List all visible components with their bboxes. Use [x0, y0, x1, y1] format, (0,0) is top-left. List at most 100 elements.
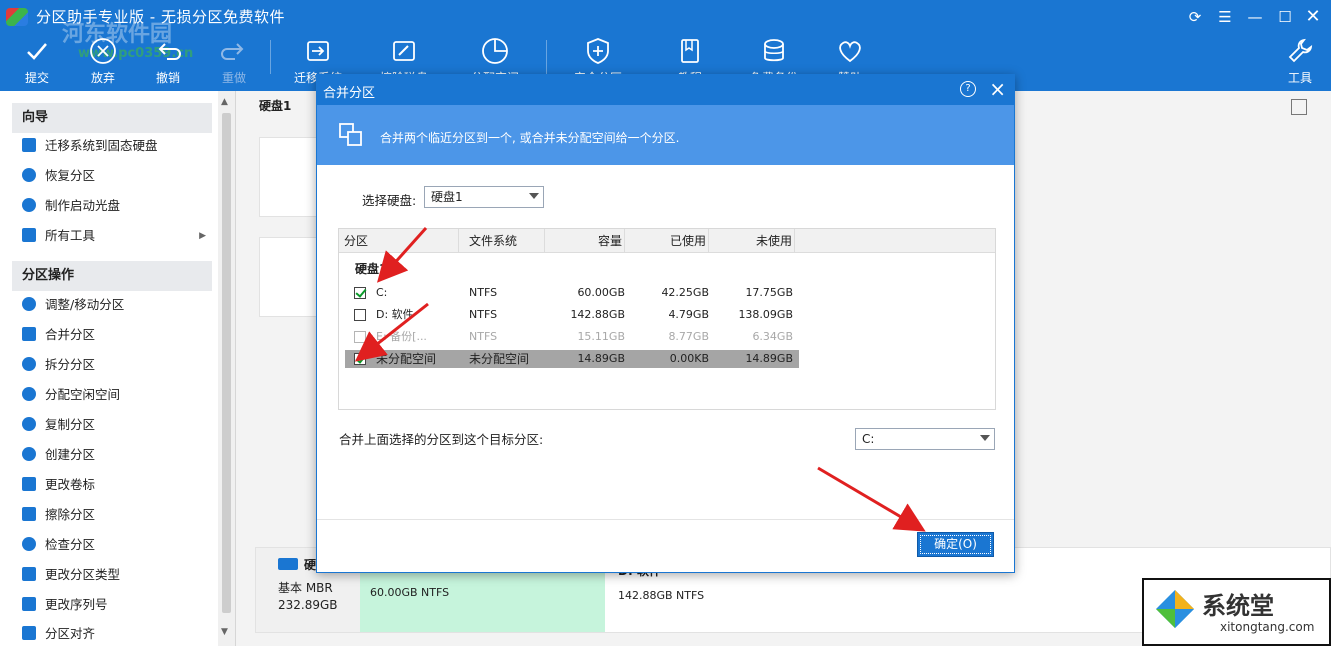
- cell-used: 8.77GB: [668, 330, 709, 343]
- watermark-box: 系统堂 xitongtang.com: [1142, 578, 1331, 646]
- cell-free: 138.09GB: [738, 308, 793, 321]
- commit-button[interactable]: 提交: [20, 36, 54, 88]
- ok-button[interactable]: 确定(O): [917, 532, 994, 557]
- sidebar-heading-partition-ops: 分区操作: [12, 261, 212, 291]
- sidebar-item-all-tools[interactable]: 所有工具 ▶: [22, 224, 212, 248]
- partition-card-c[interactable]: [259, 137, 319, 217]
- maximize-icon[interactable]: ☐: [1276, 8, 1294, 26]
- minimize-icon[interactable]: —: [1246, 8, 1264, 26]
- discard-button[interactable]: 放弃: [86, 36, 120, 88]
- sidebar-item-copy[interactable]: 复制分区: [22, 413, 212, 437]
- cell-partition: 未分配空间: [376, 352, 437, 366]
- row-checkbox[interactable]: [354, 309, 366, 321]
- sidebar-item-label-change[interactable]: 更改卷标: [22, 473, 212, 497]
- check-icon: [27, 43, 47, 60]
- sidebar-item-label: 更改分区类型: [45, 567, 121, 582]
- partition-card-e[interactable]: [259, 237, 319, 317]
- undo-icon: [158, 43, 181, 60]
- row-checkbox[interactable]: [354, 353, 366, 365]
- sidebar-item-change-type[interactable]: 更改分区类型: [22, 563, 212, 587]
- sidebar-item-label: 检查分区: [45, 537, 96, 552]
- partition-table: 分区 文件系统 容量 已使用 未使用 硬盘1 C: NTFS 60.00GB 4…: [338, 228, 996, 410]
- sidebar-item-label: 创建分区: [45, 447, 96, 462]
- disk-size: 232.89GB: [278, 598, 338, 612]
- toolbar-divider: [546, 40, 547, 74]
- table-row[interactable]: C: NTFS 60.00GB 42.25GB 17.75GB: [345, 284, 799, 302]
- select-disk-dropdown[interactable]: 硬盘1: [424, 186, 544, 208]
- sidebar-item-label: 调整/移动分区: [45, 297, 125, 312]
- tools-button[interactable]: 工具: [1283, 36, 1317, 88]
- migrate-os-icon: [307, 41, 329, 61]
- disk-heading: 硬盘1: [259, 99, 292, 113]
- cell-used: 4.79GB: [668, 308, 709, 321]
- sidebar-item-align[interactable]: 分区对齐: [22, 622, 212, 646]
- cell-capacity: 14.89GB: [577, 352, 625, 365]
- row-checkbox: [354, 331, 366, 343]
- heart-icon: [839, 41, 861, 63]
- sidebar-item-wipe[interactable]: 擦除分区: [22, 503, 212, 527]
- cell-capacity: 60.00GB: [577, 286, 625, 299]
- scroll-up-icon[interactable]: ▲: [221, 97, 228, 107]
- help-icon[interactable]: ?: [960, 81, 976, 97]
- dialog-divider: [317, 519, 1014, 520]
- copy-icon: [22, 417, 36, 431]
- redo-label: 重做: [221, 71, 246, 85]
- redo-icon: [221, 43, 244, 60]
- sidebar-scroll-thumb[interactable]: [222, 113, 231, 613]
- sidebar-item-label: 拆分分区: [45, 357, 96, 372]
- sidebar-item-migrate-ssd[interactable]: 迁移系统到固态硬盘: [22, 134, 212, 158]
- sidebar-heading-wizard: 向导: [12, 103, 212, 133]
- refresh-icon[interactable]: ⟳: [1186, 8, 1204, 26]
- column-header-free[interactable]: 未使用: [709, 229, 795, 253]
- sidebar-item-label: 制作启动光盘: [45, 198, 121, 213]
- merge-partition-dialog: 合并分区 ? × 合并两个临近分区到一个, 或合并未分配空间给一个分区. 选择硬…: [316, 74, 1015, 573]
- disk-group-label: 硬盘1: [355, 262, 388, 276]
- sidebar-item-check[interactable]: 检查分区: [22, 533, 212, 557]
- close-icon[interactable]: ×: [989, 77, 1006, 101]
- sidebar-item-label: 更改序列号: [45, 597, 108, 612]
- column-header-capacity[interactable]: 容量: [545, 229, 625, 253]
- select-disk-label: 选择硬盘:: [362, 193, 417, 208]
- scroll-down-icon[interactable]: ▼: [221, 627, 228, 637]
- cell-used: 42.25GB: [661, 286, 709, 299]
- cell-partition: C:: [376, 286, 388, 299]
- column-header-filesystem[interactable]: 文件系统: [459, 229, 545, 253]
- sidebar-item-split[interactable]: 拆分分区: [22, 353, 212, 377]
- sidebar-item-label: 合并分区: [45, 327, 96, 342]
- table-row[interactable]: D: 软件 NTFS 142.88GB 4.79GB 138.09GB: [345, 306, 799, 324]
- undo-button[interactable]: 撤销: [151, 36, 185, 88]
- sidebar-item-label: 分配空闲空间: [45, 387, 121, 402]
- create-icon: [22, 447, 36, 461]
- close-window-icon[interactable]: ✕: [1304, 8, 1322, 26]
- hard-disk-icon: [278, 558, 298, 570]
- cell-filesystem: 未分配空间: [469, 352, 530, 366]
- chevron-right-icon: ▶: [199, 231, 206, 241]
- sidebar-scrollbar[interactable]: ▲ ▼: [218, 91, 235, 646]
- redo-button[interactable]: 重做: [217, 36, 251, 88]
- table-row[interactable]: 未分配空间 未分配空间 14.89GB 0.00KB 14.89GB: [345, 350, 799, 368]
- column-header-used[interactable]: 已使用: [625, 229, 709, 253]
- partition-detail: 60.00GB NTFS: [370, 586, 450, 599]
- layout-toggle-icon[interactable]: [1291, 99, 1307, 115]
- serial-icon: [22, 597, 36, 611]
- backup-icon: [764, 39, 784, 62]
- sidebar-item-bootdisk[interactable]: 制作启动光盘: [22, 194, 212, 218]
- sidebar-item-serial[interactable]: 更改序列号: [22, 593, 212, 617]
- sidebar-item-allocate-free[interactable]: 分配空闲空间: [22, 383, 212, 407]
- cell-free: 14.89GB: [745, 352, 793, 365]
- menu-icon[interactable]: ☰: [1216, 8, 1234, 26]
- sidebar-item-resize[interactable]: 调整/移动分区: [22, 293, 212, 317]
- sidebar-item-recover[interactable]: 恢复分区: [22, 164, 212, 188]
- row-checkbox[interactable]: [354, 287, 366, 299]
- dialog-description: 合并两个临近分区到一个, 或合并未分配空间给一个分区.: [380, 131, 680, 145]
- undo-label: 撤销: [155, 71, 180, 85]
- sidebar-item-merge[interactable]: 合并分区: [22, 323, 212, 347]
- sidebar-item-label: 擦除分区: [45, 507, 96, 522]
- sidebar-item-create[interactable]: 创建分区: [22, 443, 212, 467]
- split-icon: [22, 357, 36, 371]
- cell-filesystem: NTFS: [469, 330, 498, 343]
- target-partition-dropdown[interactable]: C:: [855, 428, 995, 450]
- cell-filesystem: NTFS: [469, 286, 498, 299]
- cell-used: 0.00KB: [669, 352, 709, 365]
- column-header-partition[interactable]: 分区: [339, 229, 459, 253]
